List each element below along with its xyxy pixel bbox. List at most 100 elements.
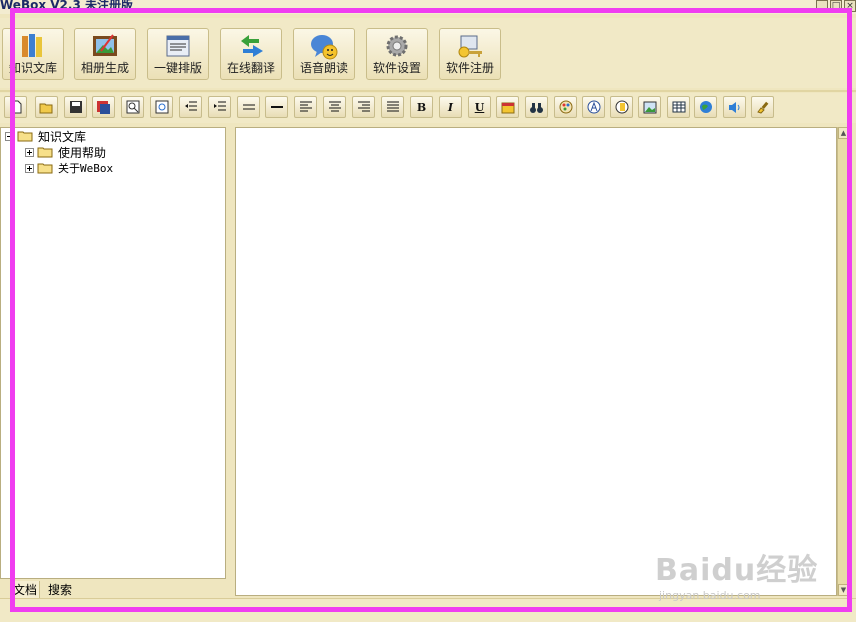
software-register-button[interactable]: 软件注册 <box>439 28 501 80</box>
new-document-button[interactable] <box>4 96 27 118</box>
save-button[interactable] <box>64 96 87 118</box>
globe-icon <box>699 101 712 113</box>
magnifier-doc-icon <box>126 100 139 114</box>
scroll-up-arrow[interactable]: ▲ <box>838 127 849 139</box>
line-button[interactable] <box>265 96 288 118</box>
vertical-scrollbar[interactable]: ▲ ▼ <box>837 127 849 596</box>
save-disk-icon <box>69 101 82 113</box>
software-settings-button[interactable]: 软件设置 <box>366 28 428 80</box>
open-folder-icon <box>39 103 52 113</box>
brush-icon <box>756 101 768 114</box>
tab-documents[interactable]: 文档 <box>10 581 41 599</box>
table-icon <box>672 101 685 113</box>
clear-format-button[interactable] <box>751 96 774 118</box>
expand-icon[interactable] <box>25 147 34 157</box>
preview-button[interactable] <box>121 96 144 118</box>
insert-table-button[interactable] <box>667 96 690 118</box>
minimize-button[interactable]: _ <box>816 0 828 12</box>
tree-node-label: 使用帮助 <box>58 145 107 160</box>
album-generate-button[interactable]: 相册生成 <box>74 28 136 80</box>
online-translate-button[interactable]: 在线翻译 <box>220 28 282 80</box>
indent-icon <box>213 101 226 111</box>
tab-search[interactable]: 搜索 <box>46 581 74 598</box>
one-click-layout-button[interactable]: 一键排版 <box>147 28 209 80</box>
folder-icon <box>37 163 53 174</box>
tree-node-root[interactable]: 知识文库 <box>5 128 86 144</box>
software-settings-label: 软件设置 <box>372 61 421 75</box>
palette-icon <box>559 100 572 114</box>
speaker-icon <box>728 101 739 113</box>
tree-node-help[interactable]: 使用帮助 <box>25 144 106 160</box>
online-translate-label: 在线翻译 <box>226 61 275 75</box>
title-bar: WeBox V2.3 未注册版 _ □ × <box>0 0 856 14</box>
tree-node-label: 知识文库 <box>38 129 87 144</box>
document-tree: 知识文库 使用帮助 关于WeBox <box>0 127 226 579</box>
calendar-icon <box>501 102 514 113</box>
folder-icon <box>37 147 53 158</box>
format-toolbar: B I U <box>0 93 856 123</box>
watermark: Baidu经验 jingyan.baidu.com <box>655 545 819 615</box>
color-button[interactable] <box>554 96 577 118</box>
justify-button[interactable] <box>381 96 404 118</box>
pane-tabs: 文档 搜索 <box>0 580 230 599</box>
gear-icon <box>386 35 408 57</box>
window-title: WeBox V2.3 未注册版 <box>0 0 133 12</box>
tree-node-label: 关于WeBox <box>58 162 114 175</box>
speech-icon <box>311 35 338 60</box>
insert-image-button[interactable] <box>638 96 661 118</box>
books-icon <box>22 34 42 57</box>
knowledge-library-label: 知识文库 <box>8 61 57 75</box>
translate-arrows-icon <box>241 35 263 57</box>
find-button[interactable] <box>150 96 173 118</box>
layout-icon <box>166 35 190 57</box>
align-center-icon <box>328 101 341 112</box>
justify-icon <box>386 101 399 112</box>
voice-read-button[interactable]: 语音朗读 <box>293 28 355 80</box>
horizontal-rule-icon <box>242 104 255 110</box>
album-generate-label: 相册生成 <box>80 61 129 75</box>
font-button[interactable] <box>582 96 605 118</box>
underline-button[interactable]: U <box>468 96 491 118</box>
horizontal-rule-button[interactable] <box>237 96 260 118</box>
speak-button[interactable] <box>723 96 746 118</box>
insert-time-button[interactable] <box>496 96 519 118</box>
italic-button[interactable]: I <box>439 96 462 118</box>
save-as-icon <box>97 100 110 114</box>
highlight-button[interactable] <box>610 96 633 118</box>
register-key-icon <box>458 35 482 58</box>
highlight-icon <box>615 100 628 114</box>
voice-read-label: 语音朗读 <box>299 61 348 75</box>
one-click-layout-label: 一键排版 <box>153 61 202 75</box>
close-button[interactable]: × <box>844 0 856 12</box>
painting-icon <box>93 34 117 56</box>
bold-button[interactable]: B <box>410 96 433 118</box>
font-icon <box>587 100 600 114</box>
watermark-brand: Baidu经验 <box>655 553 819 588</box>
tree-node-about[interactable]: 关于WeBox <box>25 160 113 176</box>
binoculars-icon <box>530 102 543 113</box>
find-page-icon <box>155 100 168 114</box>
align-left-icon <box>299 101 312 112</box>
search-button[interactable] <box>525 96 548 118</box>
align-right-icon <box>357 101 370 112</box>
open-button[interactable] <box>35 96 58 118</box>
folder-icon <box>17 131 33 142</box>
insert-link-button[interactable] <box>694 96 717 118</box>
editor-area[interactable] <box>235 127 837 596</box>
toolbar-separator <box>0 90 856 92</box>
align-right-button[interactable] <box>352 96 375 118</box>
knowledge-library-button[interactable]: 知识文库 <box>2 28 64 80</box>
align-left-button[interactable] <box>294 96 317 118</box>
scroll-down-arrow[interactable]: ▼ <box>838 584 849 596</box>
outdent-icon <box>184 101 197 111</box>
collapse-icon[interactable] <box>5 131 14 141</box>
maximize-button[interactable]: □ <box>830 0 842 12</box>
expand-icon[interactable] <box>25 163 34 173</box>
align-center-button[interactable] <box>323 96 346 118</box>
indent-button[interactable] <box>208 96 231 118</box>
outdent-button[interactable] <box>179 96 202 118</box>
save-as-button[interactable] <box>92 96 115 118</box>
window-controls: _ □ × <box>816 0 856 12</box>
image-icon <box>643 101 656 113</box>
watermark-url: jingyan.baidu.com <box>659 589 761 602</box>
